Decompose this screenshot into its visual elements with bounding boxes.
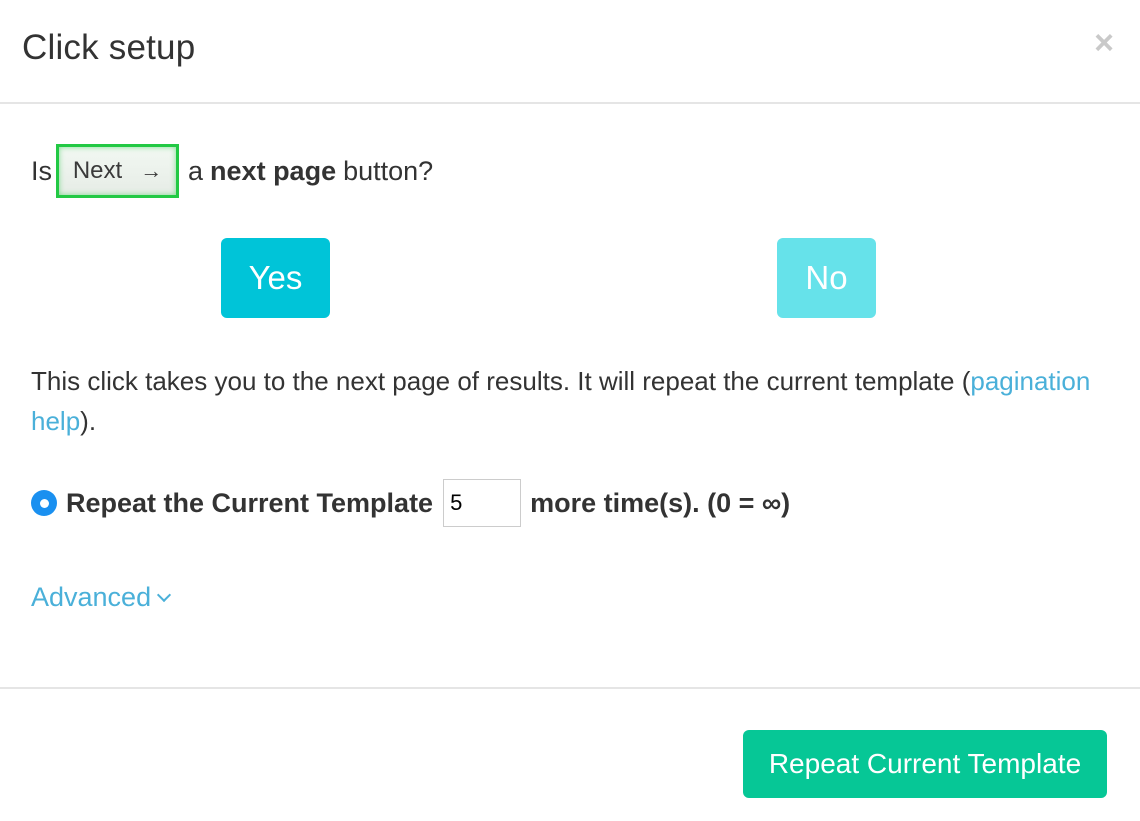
- description: This click takes you to the next page of…: [31, 361, 1091, 441]
- question-bold: next page: [210, 155, 337, 186]
- repeat-label: Repeat the Current Template: [66, 487, 434, 518]
- repeat-current-template-button[interactable]: Repeat Current Template: [743, 730, 1107, 798]
- advanced-toggle[interactable]: Advanced: [31, 582, 172, 613]
- repeat-count-input[interactable]: [443, 479, 522, 527]
- question-prefix: Is: [31, 155, 53, 186]
- repeat-radio[interactable]: [31, 490, 57, 516]
- advanced-label: Advanced: [31, 582, 152, 612]
- preview-label: Next: [72, 157, 123, 184]
- description-text: This click takes you to the next page of…: [31, 366, 955, 396]
- question-middle: a: [188, 155, 204, 186]
- dialog-title: Click setup: [22, 28, 196, 67]
- click-setup-dialog: Click setup × Is Next → a next page butt…: [0, 0, 1140, 821]
- chevron-down-icon: [157, 587, 172, 602]
- dialog-header: Click setup ×: [0, 0, 1140, 104]
- radio-dot-icon: [39, 498, 49, 508]
- next-button-preview: Next →: [56, 144, 180, 198]
- arrow-right-icon: →: [140, 158, 163, 183]
- question-suffix: button?: [343, 155, 434, 186]
- dialog-footer: Repeat Current Template: [0, 687, 1140, 821]
- next-page-question: Is Next → a next page button?: [31, 144, 433, 198]
- repeat-suffix: more time(s). (0 = ∞): [530, 487, 791, 518]
- no-button[interactable]: No: [777, 238, 876, 318]
- repeat-option: Repeat the Current Template more time(s)…: [31, 479, 790, 527]
- close-paren: ).: [80, 406, 97, 436]
- close-icon[interactable]: ×: [1090, 26, 1118, 60]
- yes-button[interactable]: Yes: [221, 238, 330, 318]
